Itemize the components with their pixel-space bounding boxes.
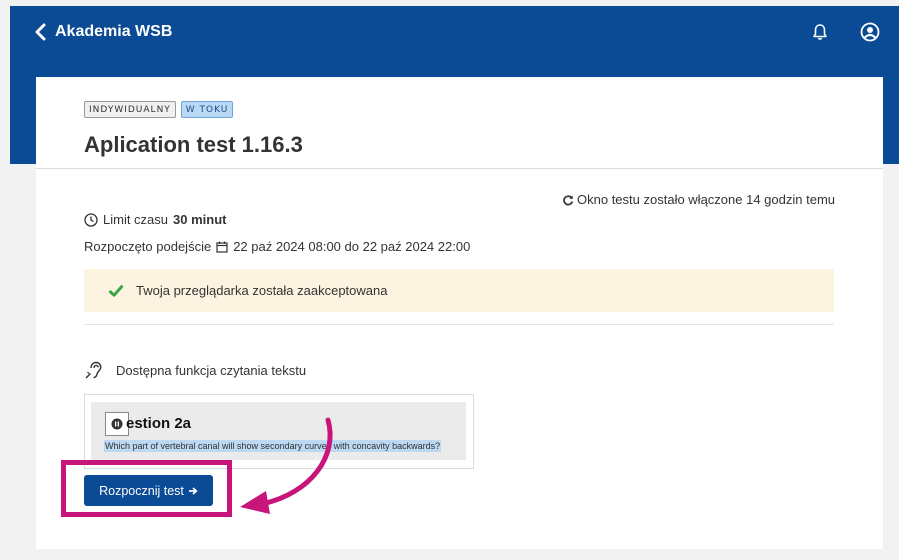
time-limit-value: 30 minut [173, 212, 227, 227]
attempt-started-value: 22 paź 2024 08:00 do 22 paź 2024 22:00 [233, 239, 471, 254]
start-test-button[interactable]: Rozpocznij test [84, 475, 213, 506]
preview-question-text: Which part of vertebral canal will show … [104, 440, 442, 452]
text-reader-label: Dostępna funkcja czytania tekstu [116, 362, 307, 378]
clock-icon [84, 212, 98, 227]
browser-accepted-alert: Twoja przeglądarka została zaakceptowana [84, 269, 834, 312]
user-circle-icon[interactable] [860, 22, 880, 47]
status-badges: INDYWIDUALNY W TOKU [84, 101, 234, 118]
preview-inner: estion 2a Which part of vertebral canal … [91, 402, 466, 460]
page-title: Aplication test 1.16.3 [84, 132, 303, 157]
refresh-icon [563, 194, 574, 205]
check-icon [108, 284, 124, 297]
type-badge: INDYWIDUALNY [84, 101, 176, 118]
hearing-icon [85, 361, 102, 379]
divider [36, 168, 883, 169]
calendar-icon [216, 241, 228, 253]
start-test-label: Rozpocznij test [99, 483, 184, 498]
window-info-text: Okno testu zostało włączone 14 godzin te… [577, 192, 835, 207]
window-info: Okno testu zostało włączone 14 godzin te… [562, 192, 835, 207]
preview-question-title: estion 2a [126, 415, 192, 432]
app-title: Akademia WSB [55, 23, 173, 40]
question-preview: estion 2a Which part of vertebral canal … [84, 394, 474, 469]
time-limit-label: Limit czasu [103, 212, 169, 227]
arrow-right-icon [188, 486, 198, 495]
attempt-started: Rozpoczęto podejście 22 paź 2024 08:00 d… [84, 239, 470, 254]
chevron-left-icon [35, 23, 46, 41]
time-limit: Limit czasu 30 minut [84, 212, 227, 227]
bell-icon[interactable] [812, 23, 828, 46]
back-button[interactable]: Akademia WSB [34, 21, 172, 43]
text-reader-info: Dostępna funkcja czytania tekstu [84, 360, 306, 380]
attempt-started-label: Rozpoczęto podejście [84, 239, 212, 254]
divider [84, 324, 834, 325]
alert-text: Twoja przeglądarka została zaakceptowana [136, 283, 388, 298]
status-badge: W TOKU [180, 101, 234, 118]
